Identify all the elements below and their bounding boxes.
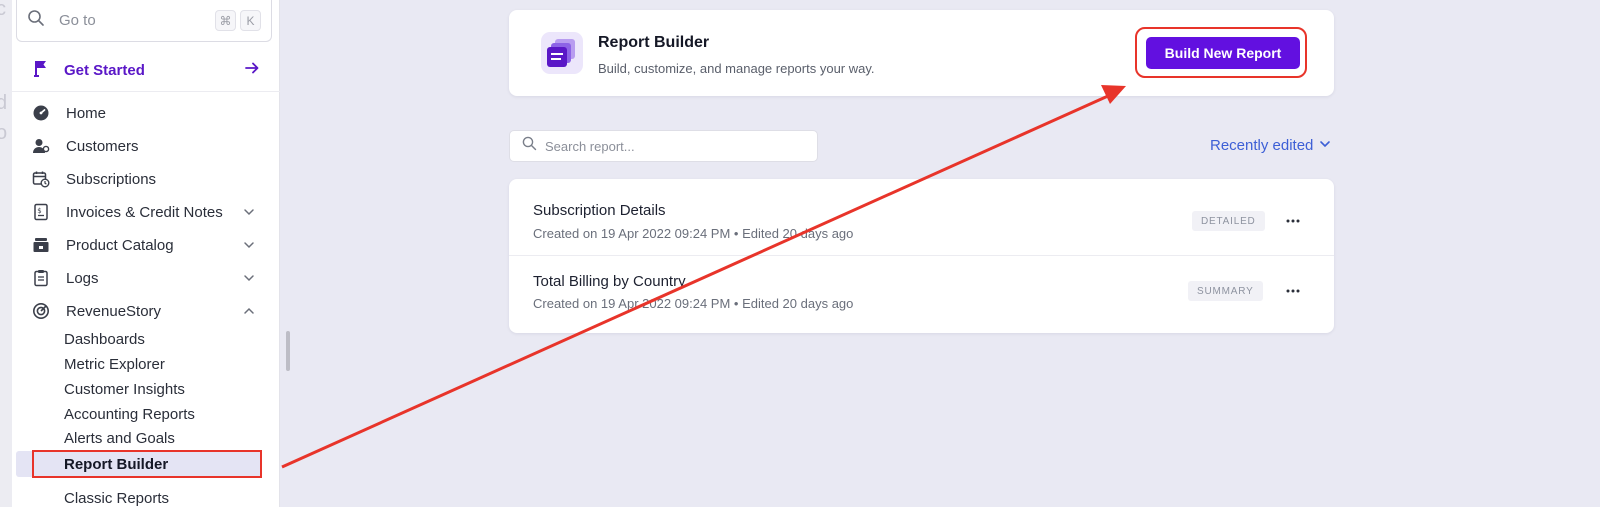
report-list: Subscription Details Created on 19 Apr 2…: [509, 179, 1334, 333]
sidebar-subitem-accounting-reports[interactable]: Accounting Reports: [64, 403, 195, 425]
search-icon: [27, 9, 45, 32]
user-icon: [32, 137, 50, 155]
chevron-down-icon: [1313, 137, 1331, 154]
sidebar-item-home[interactable]: Home: [12, 98, 280, 128]
sidebar-item-classic-reports[interactable]: Classic Reports: [32, 490, 169, 507]
sidebar-item-label: Logs: [66, 269, 99, 287]
sidebar: Go to ⌘ K Get Started Home Customers Sub…: [12, 0, 280, 507]
report-type-badge: SUMMARY: [1188, 281, 1263, 301]
target-icon: [32, 302, 50, 320]
sidebar-item-label: Classic Reports: [64, 490, 170, 507]
arrow-right-icon: [244, 60, 260, 81]
sidebar-item-label: Home: [66, 104, 107, 122]
report-meta: Created on 19 Apr 2022 09:24 PM • Edited…: [533, 226, 854, 241]
chevron-down-icon[interactable]: [242, 205, 256, 219]
sort-label: Recently edited: [1210, 137, 1314, 154]
annotation-highlight-report-builder: [32, 450, 262, 478]
sidebar-item-product-catalog[interactable]: Product Catalog: [12, 230, 280, 260]
chevron-down-icon[interactable]: [242, 271, 256, 285]
sidebar-subitem-alerts-goals[interactable]: Alerts and Goals: [64, 427, 175, 449]
goto-search[interactable]: Go to ⌘ K: [16, 0, 272, 42]
annotation-highlight-build-button: [1135, 27, 1307, 78]
flag-icon: [32, 59, 50, 82]
k-key: K: [240, 10, 261, 31]
search-icon: [522, 136, 537, 156]
calendar-clock-icon: [32, 170, 50, 188]
sidebar-subitem-dashboards[interactable]: Dashboards: [64, 328, 145, 350]
ghost-char: d: [0, 92, 8, 114]
report-name[interactable]: Subscription Details: [533, 202, 666, 219]
command-key-icon: ⌘: [215, 10, 236, 31]
chevron-up-icon[interactable]: [242, 304, 256, 318]
store-icon: [32, 236, 50, 254]
sidebar-item-label: Subscriptions: [66, 170, 157, 188]
report-type-badge: DETAILED: [1192, 211, 1265, 231]
report-row[interactable]: Subscription Details Created on 19 Apr 2…: [509, 179, 1334, 248]
sidebar-item-invoices[interactable]: $ Invoices & Credit Notes: [12, 197, 280, 227]
page-title: Report Builder: [598, 34, 710, 51]
report-search-input[interactable]: [545, 138, 795, 154]
sidebar-subitem-customer-insights[interactable]: Customer Insights: [64, 378, 185, 400]
more-options-icon[interactable]: [1285, 283, 1301, 299]
get-started-label: Get Started: [64, 62, 145, 79]
report-name[interactable]: Total Billing by Country: [533, 273, 686, 290]
chevron-down-icon[interactable]: [242, 238, 256, 252]
sidebar-subitem-metric-explorer[interactable]: Metric Explorer: [64, 353, 165, 375]
report-stack-icon: [541, 32, 583, 74]
invoice-icon: $: [32, 203, 50, 221]
ghost-char: c: [0, 0, 6, 20]
ghost-char: o: [0, 122, 8, 144]
sidebar-item-revenuestory[interactable]: RevenueStory: [12, 296, 280, 326]
goto-placeholder: Go to: [59, 12, 96, 29]
sort-dropdown[interactable]: Recently edited: [1210, 137, 1331, 154]
report-row[interactable]: Total Billing by Country Created on 19 A…: [509, 255, 1334, 324]
sidebar-item-label: Invoices & Credit Notes: [66, 203, 223, 221]
report-meta: Created on 19 Apr 2022 09:24 PM • Edited…: [533, 296, 854, 311]
sidebar-item-label: Customers: [66, 137, 139, 155]
get-started-link[interactable]: Get Started: [12, 50, 280, 92]
sidebar-item-label: RevenueStory: [66, 302, 162, 320]
more-options-icon[interactable]: [1285, 213, 1301, 229]
sidebar-item-customers[interactable]: Customers: [12, 131, 280, 161]
sidebar-item-logs[interactable]: Logs: [12, 263, 280, 293]
dashboard-gauge-icon: [32, 104, 50, 122]
page-subtitle: Build, customize, and manage reports you…: [598, 61, 875, 76]
report-search[interactable]: [509, 130, 818, 162]
clipboard-icon: [32, 269, 50, 287]
sidebar-resize-handle[interactable]: [286, 331, 290, 371]
sidebar-item-label: Product Catalog: [66, 236, 174, 254]
sidebar-item-subscriptions[interactable]: Subscriptions: [12, 164, 280, 194]
svg-text:$: $: [37, 207, 41, 215]
